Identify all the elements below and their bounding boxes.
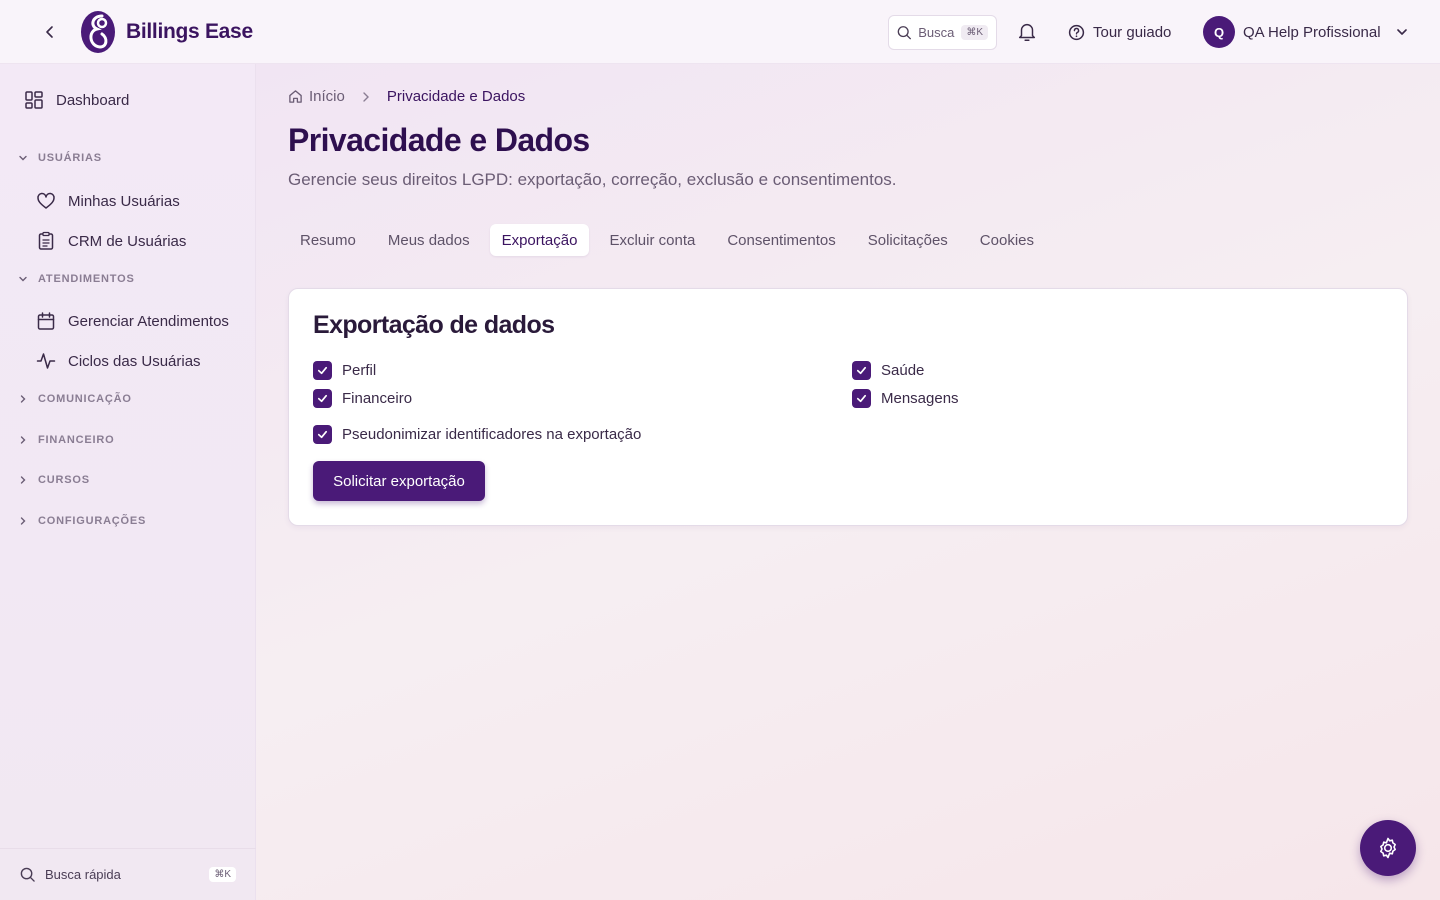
back-button[interactable]: [38, 20, 62, 44]
section-label: ATENDIMENTOS: [38, 273, 135, 285]
guided-tour-label: Tour guiado: [1093, 23, 1172, 41]
page-title: Privacidade e Dados: [288, 122, 590, 158]
tab-meus-dados[interactable]: Meus dados: [376, 224, 482, 256]
sidebar-section-cursos[interactable]: CURSOS: [18, 474, 90, 486]
calendar-icon: [36, 311, 56, 331]
checkbox-mensagens[interactable]: Mensagens: [852, 389, 959, 408]
sidebar-item-gerenciar-atendimentos[interactable]: Gerenciar Atendimentos: [36, 311, 229, 331]
bell-icon: [1018, 24, 1036, 41]
sidebar-section-financeiro[interactable]: FINANCEIRO: [18, 434, 114, 446]
notifications-button[interactable]: [1016, 21, 1038, 43]
search-icon: [20, 867, 35, 882]
breadcrumb-home-label: Início: [309, 88, 345, 105]
clipboard-icon: [36, 231, 56, 251]
sidebar-item-ciclos-usuarias[interactable]: Ciclos das Usuárias: [36, 351, 201, 371]
settings-fab[interactable]: [1360, 820, 1416, 876]
section-label: COMUNICAÇÃO: [38, 393, 132, 405]
sidebar-item-minhas-usuarias[interactable]: Minhas Usuárias: [36, 191, 180, 211]
sidebar-item-label: Minhas Usuárias: [68, 192, 180, 210]
sidebar-item-label: CRM de Usuárias: [68, 232, 187, 250]
chevron-down-icon: [19, 276, 27, 282]
main-content: Início Privacidade e Dados Privacidade e…: [256, 64, 1440, 900]
avatar: Q: [1203, 16, 1235, 48]
user-menu[interactable]: Q QA Help Profissional: [1203, 16, 1409, 48]
checkbox-label: Mensagens: [881, 390, 959, 407]
quick-search-label: Busca rápida: [45, 867, 121, 882]
section-label: CONFIGURAÇÕES: [38, 515, 147, 527]
checkbox-label: Saúde: [881, 362, 925, 379]
sidebar-section-comunicacao[interactable]: COMUNICAÇÃO: [18, 393, 132, 405]
tab-solicitacoes[interactable]: Solicitações: [856, 224, 960, 256]
tab-exportacao[interactable]: Exportação: [489, 224, 590, 256]
tab-resumo[interactable]: Resumo: [288, 224, 368, 256]
export-card-title: Exportação de dados: [313, 311, 555, 339]
breadcrumb: Início Privacidade e Dados: [288, 88, 525, 105]
sidebar-item-dashboard[interactable]: Dashboard: [24, 90, 129, 110]
page-subtitle: Gerencie seus direitos LGPD: exportação,…: [288, 170, 897, 189]
checkbox-saude[interactable]: Saúde: [852, 361, 924, 380]
checkbox-label: Financeiro: [342, 390, 413, 407]
chevron-right-icon: [20, 476, 26, 484]
home-icon: [289, 90, 302, 103]
header-search[interactable]: Busca ⌘K: [888, 15, 997, 50]
tab-excluir-conta[interactable]: Excluir conta: [597, 224, 707, 256]
gear-icon: [1380, 837, 1396, 859]
search-shortcut: ⌘K: [961, 25, 988, 40]
section-label: FINANCEIRO: [38, 434, 115, 446]
app-logo[interactable]: Billings Ease: [80, 10, 253, 54]
guided-tour-button[interactable]: Tour guiado: [1068, 20, 1171, 44]
section-label: USUÁRIAS: [38, 152, 102, 164]
checkbox-label: Pseudonimizar identificadores na exporta…: [342, 426, 642, 443]
sidebar-item-crm-usuarias[interactable]: CRM de Usuárias: [36, 231, 186, 251]
sidebar-item-label: Dashboard: [56, 91, 130, 109]
tab-consentimentos[interactable]: Consentimentos: [715, 224, 847, 256]
checkbox-financeiro[interactable]: Financeiro: [313, 389, 412, 408]
chevron-right-icon: [20, 395, 26, 403]
activity-icon: [36, 351, 56, 371]
sidebar: Dashboard USUÁRIAS Minhas Usuárias CRM d…: [0, 64, 256, 900]
checkbox-label: Perfil: [342, 362, 377, 379]
chevron-right-icon: [363, 91, 369, 102]
check-icon: [313, 425, 332, 444]
check-icon: [313, 361, 332, 380]
sidebar-section-configuracoes[interactable]: CONFIGURAÇÕES: [18, 515, 146, 527]
check-icon: [852, 389, 871, 408]
help-circle-icon: [1068, 24, 1085, 40]
sidebar-section-usuarias[interactable]: USUÁRIAS: [18, 152, 102, 164]
tab-cookies[interactable]: Cookies: [968, 224, 1046, 256]
breadcrumb-current: Privacidade e Dados: [386, 88, 526, 105]
sidebar-item-label: Gerenciar Atendimentos: [68, 312, 229, 330]
request-export-button[interactable]: Solicitar exportação: [313, 461, 485, 501]
chevron-right-icon: [20, 517, 26, 525]
logo-icon: [81, 11, 115, 53]
chevron-left-icon: [46, 26, 53, 38]
app-name: Billings Ease: [126, 20, 253, 43]
heart-icon: [36, 191, 56, 211]
search-label: Busca: [918, 25, 955, 40]
breadcrumb-home[interactable]: Início: [288, 88, 345, 105]
check-icon: [852, 361, 871, 380]
quick-search-button[interactable]: Busca rápida ⌘K: [0, 848, 256, 900]
chevron-down-icon: [19, 155, 27, 161]
checkbox-perfil[interactable]: Perfil: [313, 361, 376, 380]
user-name: QA Help Profissional: [1243, 23, 1381, 41]
sidebar-item-label: Ciclos das Usuárias: [68, 352, 201, 370]
check-icon: [313, 389, 332, 408]
dashboard-icon: [24, 90, 44, 110]
search-icon: [897, 26, 911, 40]
quick-search-shortcut: ⌘K: [209, 867, 236, 882]
section-label: CURSOS: [38, 474, 90, 486]
chevron-right-icon: [20, 436, 26, 444]
checkbox-pseudonymize[interactable]: Pseudonimizar identificadores na exporta…: [313, 425, 641, 444]
export-card: Exportação de dados Perfil Saúde Finance…: [288, 288, 1408, 526]
privacy-tabs: Resumo Meus dados Exportação Excluir con…: [288, 224, 1054, 256]
chevron-down-icon: [1396, 29, 1407, 35]
sidebar-section-atendimentos[interactable]: ATENDIMENTOS: [18, 273, 135, 285]
top-bar: Billings Ease Busca ⌘K Tour guiado Q QA …: [0, 0, 1440, 64]
